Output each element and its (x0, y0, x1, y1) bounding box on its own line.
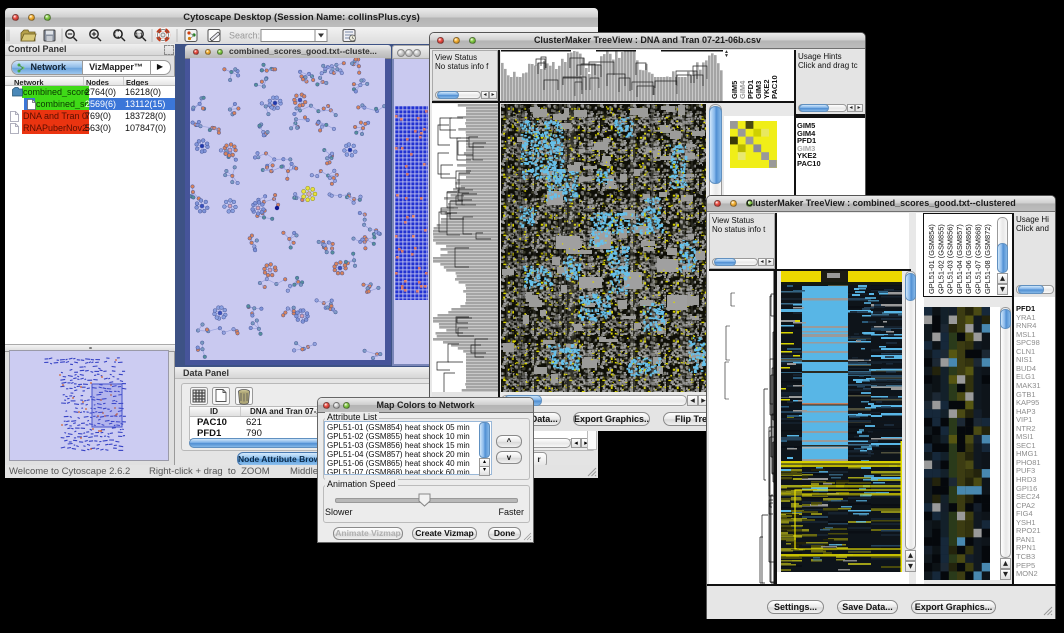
svg-text:GPL51-03 (GSM856): GPL51-03 (GSM856) (946, 224, 955, 294)
svg-text:GPL51-04 (GSM857): GPL51-04 (GSM857) (955, 224, 964, 294)
svg-text:PAC10: PAC10 (770, 75, 778, 99)
svg-text:1:1: 1:1 (135, 33, 142, 39)
svg-text:GPL51-01 (GSM854): GPL51-01 (GSM854) (927, 224, 936, 294)
svg-text:GPL51-07 (GSM868): GPL51-07 (GSM868) (974, 224, 983, 294)
svg-text:GPL51-02 (GSM855): GPL51-02 (GSM855) (936, 224, 945, 294)
svg-text:Search:: Search: (229, 31, 260, 41)
svg-text:GPL51-06 (GSM865): GPL51-06 (GSM865) (964, 224, 973, 294)
svg-text:GPL51-08 (GSM872): GPL51-08 (GSM872) (983, 224, 992, 294)
